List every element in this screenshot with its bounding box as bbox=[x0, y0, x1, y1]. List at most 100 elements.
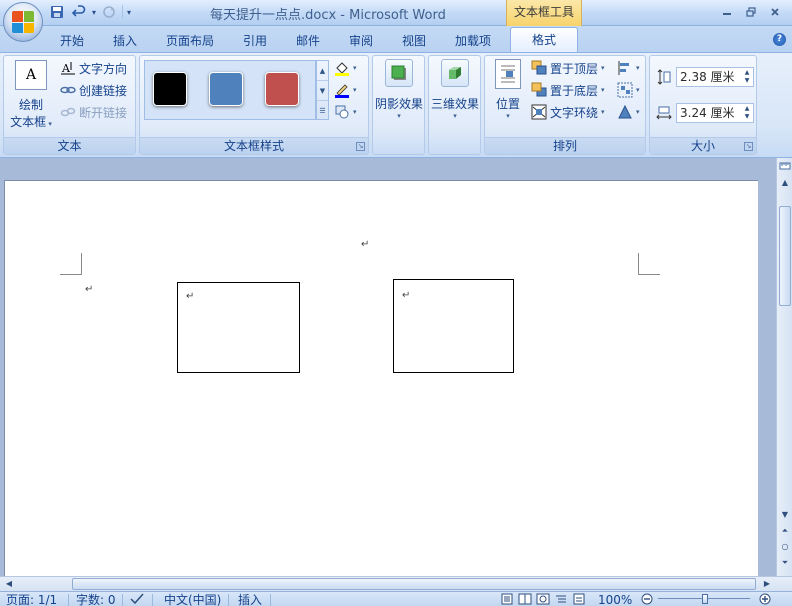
align-button[interactable]: ▾ bbox=[617, 58, 640, 78]
outline-view-icon[interactable] bbox=[554, 593, 568, 606]
height-field[interactable]: 2.38 厘米 ▲ ▼ bbox=[676, 67, 754, 87]
line-color-button[interactable]: ▾ bbox=[334, 80, 357, 100]
close-icon[interactable] bbox=[764, 3, 786, 21]
fill-color-button[interactable]: ▾ bbox=[334, 58, 357, 78]
language-indicator[interactable]: 中文(中国) bbox=[164, 593, 221, 606]
group-arrange: 位置 ▾ 置于顶层 ▾ 置于底层 ▾ 文字环绕 ▾ ▾ ▾ ▾ 排列 bbox=[484, 55, 646, 155]
tab-insert[interactable]: 插入 bbox=[105, 31, 145, 51]
tab-mailings[interactable]: 邮件 bbox=[288, 31, 328, 51]
text-direction-button[interactable]: A 文字方向 bbox=[60, 58, 127, 78]
textbox-1[interactable]: ↵ bbox=[177, 282, 300, 373]
bring-to-front-label: 置于顶层 bbox=[550, 61, 599, 76]
status-separator bbox=[68, 594, 69, 606]
print-layout-view-icon[interactable] bbox=[500, 593, 514, 606]
tab-add-ins[interactable]: 加载项 bbox=[448, 31, 498, 51]
style-swatch-red[interactable] bbox=[265, 72, 299, 106]
line-color-dropdown-icon[interactable]: ▾ bbox=[353, 86, 357, 94]
group-textbox-styles-label: 文本框样式 bbox=[140, 137, 368, 154]
textbox-2-paragraph-mark: ↵ bbox=[402, 290, 411, 301]
draw-textbox-button[interactable]: A 绘制 文本框 ▾ bbox=[9, 60, 53, 130]
insert-mode[interactable]: 插入 bbox=[238, 593, 262, 606]
office-button[interactable] bbox=[3, 2, 43, 42]
undo-icon[interactable] bbox=[70, 3, 88, 21]
tab-review[interactable]: 审阅 bbox=[341, 31, 381, 51]
save-icon[interactable] bbox=[48, 3, 66, 21]
draw-textbox-label-2: 文本框 ▾ bbox=[10, 115, 52, 129]
gallery-down-icon[interactable]: ▼ bbox=[317, 81, 328, 101]
tab-page-layout[interactable]: 页面布局 bbox=[160, 31, 220, 51]
gallery-more-icon[interactable]: ☰ bbox=[317, 101, 328, 121]
width-spinner[interactable]: ▲ ▼ bbox=[742, 105, 752, 121]
send-to-back-icon bbox=[531, 82, 547, 98]
group-objects-button[interactable]: ▾ bbox=[617, 80, 640, 100]
shadow-cube-icon bbox=[385, 59, 413, 87]
previous-page-icon[interactable]: ⏶ bbox=[778, 524, 792, 538]
tab-home[interactable]: 开始 bbox=[52, 31, 92, 51]
status-separator bbox=[228, 594, 229, 606]
size-dialog-launcher[interactable]: ↘ bbox=[744, 142, 753, 151]
restore-icon[interactable] bbox=[740, 3, 762, 21]
web-layout-icon[interactable] bbox=[536, 593, 550, 606]
page-count[interactable]: 页面: 1/1 bbox=[6, 593, 57, 606]
break-link-label: 断开链接 bbox=[79, 105, 128, 120]
rotate-button[interactable]: ▾ bbox=[617, 102, 640, 122]
tab-references[interactable]: 引用 bbox=[235, 31, 275, 51]
3d-dropdown-icon: ▾ bbox=[453, 112, 457, 120]
select-browse-object-icon[interactable]: ○ bbox=[778, 540, 792, 554]
word-count[interactable]: 字数: 0 bbox=[76, 593, 116, 606]
proofing-icon[interactable] bbox=[130, 593, 144, 606]
qat-separator bbox=[122, 5, 124, 19]
height-spinner[interactable]: ▲ ▼ bbox=[742, 69, 752, 85]
shadow-effects-button[interactable]: 阴影效果 ▾ bbox=[375, 59, 423, 120]
fill-color-dropdown-icon[interactable]: ▾ bbox=[353, 64, 357, 72]
undo-dropdown-icon[interactable]: ▾ bbox=[92, 8, 96, 17]
zoom-slider-thumb[interactable] bbox=[702, 594, 708, 604]
ribbon-tabs: 开始 插入 页面布局 引用 邮件 审阅 视图 加载项 格式 ? bbox=[0, 26, 792, 52]
position-button[interactable]: 位置 ▾ bbox=[489, 59, 527, 120]
align-dropdown-icon: ▾ bbox=[636, 64, 640, 72]
vertical-scrollbar[interactable]: ▲ ▼ ⏶ ○ ⏷ bbox=[776, 158, 792, 576]
scroll-down-icon[interactable]: ▼ bbox=[778, 508, 792, 522]
scroll-right-icon[interactable]: ▶ bbox=[760, 577, 774, 591]
change-shape-dropdown-icon[interactable]: ▾ bbox=[353, 108, 357, 116]
textbox-1-paragraph-mark: ↵ bbox=[186, 291, 195, 302]
send-to-back-button[interactable]: 置于底层 ▾ bbox=[531, 80, 605, 100]
minimize-icon[interactable] bbox=[716, 3, 738, 21]
width-icon bbox=[656, 105, 672, 121]
next-page-icon[interactable]: ⏷ bbox=[778, 556, 792, 570]
bring-to-front-button[interactable]: 置于顶层 ▾ bbox=[531, 58, 605, 78]
horizontal-scroll-thumb[interactable] bbox=[72, 578, 756, 590]
help-icon[interactable]: ? bbox=[773, 33, 786, 46]
zoom-in-icon[interactable] bbox=[758, 593, 772, 606]
zoom-out-icon[interactable] bbox=[640, 593, 654, 606]
office-logo-icon bbox=[12, 11, 34, 33]
change-shape-button[interactable]: ▾ bbox=[334, 102, 357, 122]
tab-format[interactable]: 格式 bbox=[510, 27, 578, 52]
3d-effects-button[interactable]: 三维效果 ▾ bbox=[431, 59, 479, 120]
status-bar: 页面: 1/1 字数: 0 中文(中国) 插入 100% bbox=[0, 591, 792, 606]
styles-dialog-launcher[interactable]: ↘ bbox=[356, 142, 365, 151]
scroll-up-icon[interactable]: ▲ bbox=[778, 176, 792, 190]
rotate-dropdown-icon: ▾ bbox=[636, 108, 640, 116]
document-page[interactable]: ↵ ↵ ↵ ↵ bbox=[4, 180, 758, 580]
create-link-button[interactable]: 创建链接 bbox=[60, 80, 127, 100]
vertical-scroll-thumb[interactable] bbox=[779, 206, 791, 306]
horizontal-scrollbar[interactable]: ◀ ▶ bbox=[0, 576, 792, 591]
redo-icon[interactable] bbox=[100, 3, 118, 21]
customize-qat-icon[interactable]: ▾ bbox=[127, 8, 131, 17]
text-direction-label: 文字方向 bbox=[79, 61, 128, 76]
paragraph-mark-body: ↵ bbox=[85, 284, 94, 295]
tab-view[interactable]: 视图 bbox=[394, 31, 434, 51]
ruler-toggle-icon[interactable] bbox=[778, 160, 792, 174]
full-screen-reading-icon[interactable] bbox=[518, 593, 532, 606]
draft-view-icon[interactable] bbox=[572, 593, 586, 606]
style-swatch-blue[interactable] bbox=[209, 72, 243, 106]
zoom-level[interactable]: 100% bbox=[598, 593, 632, 606]
width-field[interactable]: 3.24 厘米 ▲ ▼ bbox=[676, 103, 754, 123]
gallery-up-icon[interactable]: ▲ bbox=[317, 61, 328, 81]
text-wrap-button[interactable]: 文字环绕 ▾ bbox=[531, 102, 605, 122]
height-value: 2.38 厘米 bbox=[680, 70, 735, 84]
textbox-2[interactable]: ↵ bbox=[393, 279, 514, 373]
style-swatch-black[interactable] bbox=[153, 72, 187, 106]
scroll-left-icon[interactable]: ◀ bbox=[2, 577, 16, 591]
